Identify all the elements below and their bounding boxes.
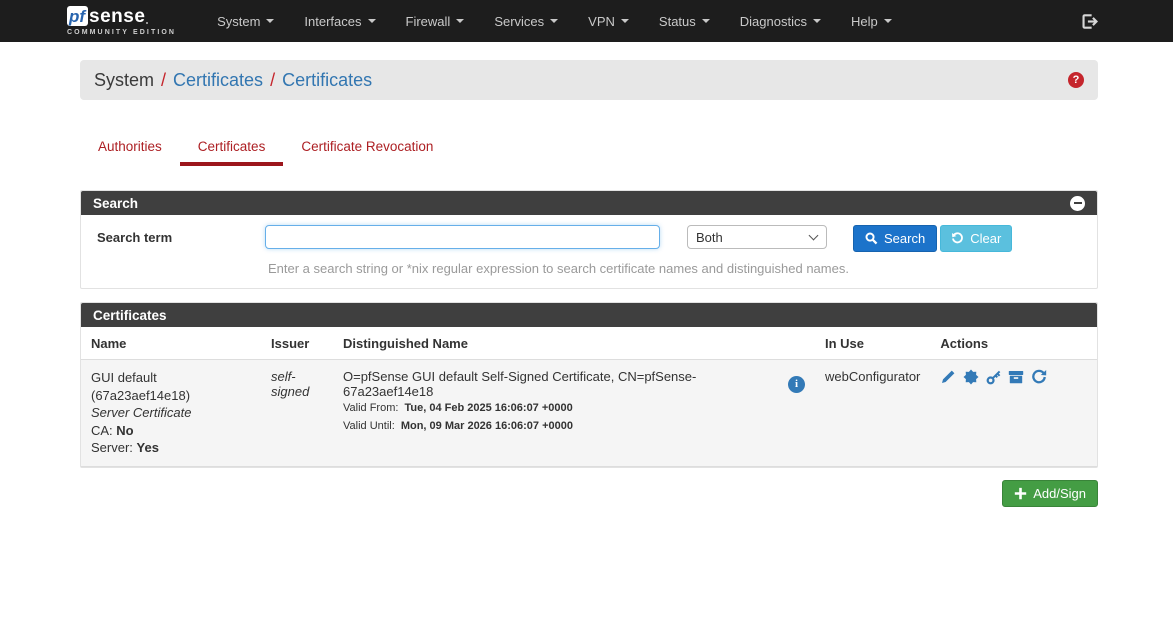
- valid-until-line: Valid Until: Mon, 09 Mar 2026 16:06:07 +…: [343, 417, 805, 435]
- logo-trademark-dot: [146, 22, 148, 24]
- certificates-panel-header: Certificates: [81, 303, 1097, 327]
- nav-item-help[interactable]: Help: [836, 0, 907, 42]
- nav-item-firewall[interactable]: Firewall: [391, 0, 480, 42]
- plus-icon: [1014, 487, 1027, 500]
- valid-from-line: Valid From: Tue, 04 Feb 2025 16:06:07 +0…: [343, 399, 805, 417]
- search-button[interactable]: Search: [853, 225, 937, 252]
- cert-ca-line: CA: No: [91, 422, 251, 440]
- rotate-right-icon: [1031, 369, 1047, 385]
- magnifier-icon: [865, 232, 878, 245]
- table-header-row: Name Issuer Distinguished Name In Use Ac…: [81, 327, 1097, 360]
- add-button-row: Add/Sign: [80, 480, 1098, 507]
- cell-actions: [930, 360, 1097, 467]
- tab-certificates[interactable]: Certificates: [180, 130, 284, 166]
- breadcrumb: System / Certificates / Certificates ?: [80, 60, 1098, 100]
- certificate-seal-icon: [963, 369, 979, 385]
- logo-sense: sense: [89, 7, 145, 26]
- export-certificate-button[interactable]: [963, 369, 979, 385]
- undo-icon: [951, 232, 964, 245]
- breadcrumb-link-certificates[interactable]: Certificates: [173, 70, 263, 91]
- cert-type: Server Certificate: [91, 404, 251, 422]
- search-type-select[interactable]: Both: [687, 225, 827, 249]
- search-type-select-wrap: Both: [687, 225, 827, 249]
- cert-server-line: Server: Yes: [91, 439, 251, 457]
- clear-button[interactable]: Clear: [940, 225, 1012, 252]
- pencil-icon: [940, 369, 956, 385]
- key-icon: [986, 369, 1002, 385]
- search-panel-header: Search: [81, 191, 1097, 215]
- search-term-label: Search term: [97, 225, 265, 245]
- tab-bar: Authorities Certificates Certificate Rev…: [80, 130, 1098, 166]
- caret-down-icon: [456, 19, 464, 23]
- col-issuer: Issuer: [261, 327, 333, 360]
- caret-down-icon: [702, 19, 710, 23]
- nav-menu: System Interfaces Firewall Services VPN …: [202, 0, 1098, 42]
- export-key-button[interactable]: [986, 369, 1002, 385]
- breadcrumb-separator: /: [270, 70, 275, 91]
- minus-circle-icon[interactable]: [1070, 196, 1085, 211]
- search-panel-body: Search term Both Search C: [81, 215, 1097, 288]
- logout-button[interactable]: [1081, 13, 1098, 30]
- logo-pf: pf: [67, 6, 88, 26]
- add-sign-button[interactable]: Add/Sign: [1002, 480, 1098, 507]
- nav-item-vpn[interactable]: VPN: [573, 0, 644, 42]
- certificates-panel-title: Certificates: [93, 308, 167, 323]
- tab-authorities[interactable]: Authorities: [80, 130, 180, 166]
- certificates-table: Name Issuer Distinguished Name In Use Ac…: [81, 327, 1097, 467]
- caret-down-icon: [813, 19, 821, 23]
- question-circle-icon[interactable]: ?: [1068, 72, 1084, 88]
- breadcrumb-link-certificates-page[interactable]: Certificates: [282, 70, 372, 91]
- sign-out-icon: [1081, 13, 1098, 30]
- nav-item-interfaces[interactable]: Interfaces: [289, 0, 390, 42]
- nav-item-system[interactable]: System: [202, 0, 289, 42]
- search-help-text: Enter a search string or *nix regular ex…: [265, 252, 1083, 288]
- export-p12-button[interactable]: [1008, 369, 1024, 385]
- cert-name: GUI default (67a23aef14e18): [91, 369, 251, 404]
- archive-box-icon: [1008, 369, 1024, 385]
- certificates-panel: Certificates Name Issuer Distinguished N…: [80, 302, 1098, 468]
- cell-name: GUI default (67a23aef14e18) Server Certi…: [81, 360, 261, 467]
- tab-certificate-revocation[interactable]: Certificate Revocation: [283, 130, 451, 166]
- pfsense-logo[interactable]: pf sense COMMUNITY EDITION: [67, 6, 176, 36]
- caret-down-icon: [884, 19, 892, 23]
- col-actions: Actions: [930, 327, 1097, 360]
- cell-in-use: webConfigurator: [815, 360, 930, 467]
- col-inuse: In Use: [815, 327, 930, 360]
- cert-dn-text: O=pfSense GUI default Self-Signed Certif…: [343, 369, 776, 399]
- breadcrumb-root: System: [94, 70, 154, 91]
- caret-down-icon: [621, 19, 629, 23]
- caret-down-icon: [266, 19, 274, 23]
- top-navbar: pf sense COMMUNITY EDITION System Interf…: [0, 0, 1173, 42]
- search-panel-title: Search: [93, 196, 138, 211]
- nav-item-diagnostics[interactable]: Diagnostics: [725, 0, 836, 42]
- info-circle-icon[interactable]: i: [788, 376, 805, 393]
- caret-down-icon: [550, 19, 558, 23]
- col-dn: Distinguished Name: [333, 327, 815, 360]
- col-name: Name: [81, 327, 261, 360]
- table-row: GUI default (67a23aef14e18) Server Certi…: [81, 360, 1097, 467]
- breadcrumb-separator: /: [161, 70, 166, 91]
- search-panel: Search Search term Both Search: [80, 190, 1098, 289]
- search-input[interactable]: [265, 225, 660, 249]
- edit-certificate-button[interactable]: [940, 369, 956, 385]
- nav-item-status[interactable]: Status: [644, 0, 725, 42]
- renew-certificate-button[interactable]: [1031, 369, 1047, 385]
- nav-item-services[interactable]: Services: [479, 0, 573, 42]
- cell-dn: O=pfSense GUI default Self-Signed Certif…: [333, 360, 815, 467]
- caret-down-icon: [368, 19, 376, 23]
- cell-issuer: self-signed: [261, 360, 333, 467]
- logo-edition: COMMUNITY EDITION: [67, 29, 176, 36]
